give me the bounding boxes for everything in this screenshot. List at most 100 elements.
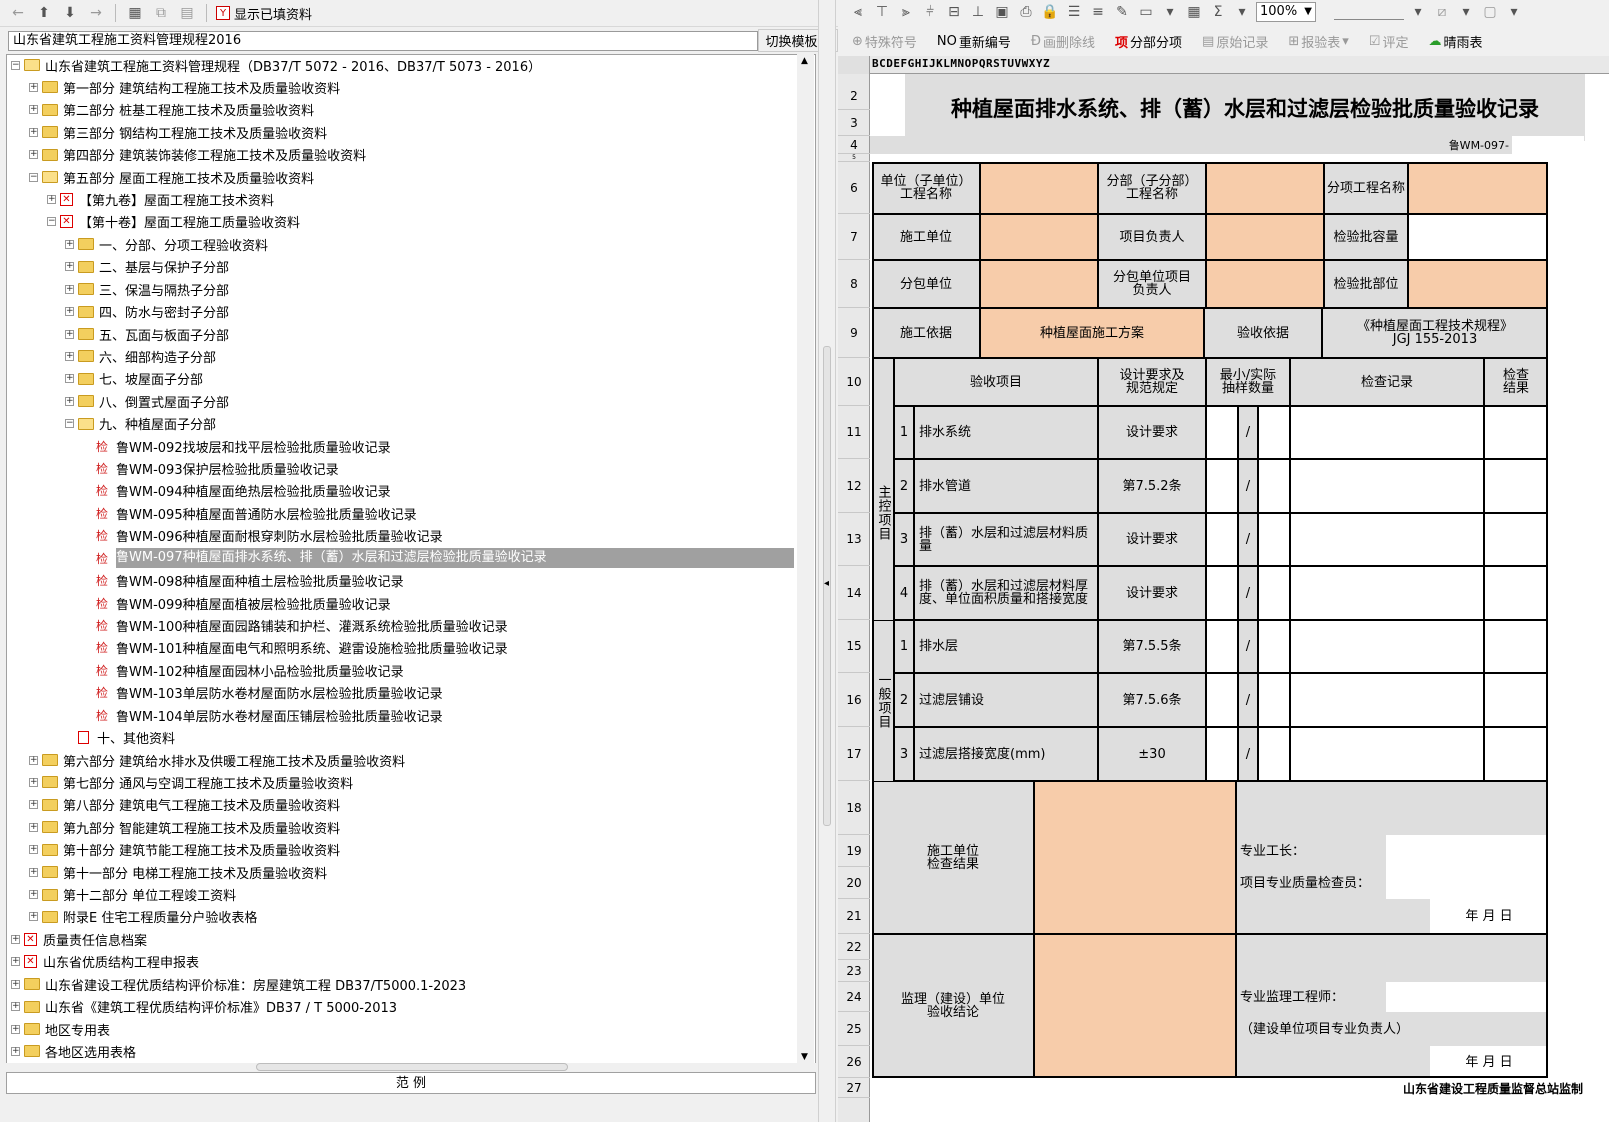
tree-node[interactable]: + 第一部分 建筑结构工程施工技术及质量验收资料 bbox=[29, 76, 340, 98]
tree-node[interactable]: − ✕ 【第十卷】屋面工程施工质量验收资料 bbox=[47, 211, 300, 233]
row-number[interactable]: 14 bbox=[838, 566, 870, 620]
tree-node[interactable]: + 八、倒置式屋面子分部 bbox=[65, 390, 229, 412]
sheet-corner[interactable] bbox=[838, 56, 870, 74]
dropdown-icon[interactable]: ▾ bbox=[1232, 2, 1252, 22]
expand-icon[interactable]: + bbox=[29, 105, 38, 115]
list-icon[interactable]: ☰ bbox=[1064, 2, 1084, 22]
tree-node[interactable]: + 第六部分 建筑给水排水及供暖工程施工技术及质量验收资料 bbox=[29, 749, 405, 771]
tree-node[interactable]: + 第十二部分 单位工程竣工资料 bbox=[29, 884, 236, 906]
scroll-track[interactable] bbox=[799, 68, 812, 854]
expand-icon[interactable]: + bbox=[47, 195, 56, 205]
row-number[interactable]: 4 bbox=[838, 136, 870, 154]
expand-icon[interactable]: + bbox=[11, 1002, 20, 1012]
tree-node[interactable]: + 各地区选用表格 bbox=[11, 1040, 136, 1062]
inspection-report-button[interactable]: ⊞ 报验表 ▾ bbox=[1288, 32, 1348, 51]
result-input[interactable] bbox=[1484, 566, 1548, 620]
copy-icon[interactable]: ⧉ bbox=[151, 3, 171, 23]
expand-icon[interactable]: + bbox=[29, 82, 38, 92]
tree-node[interactable]: + 五、瓦面与板面子分部 bbox=[65, 323, 229, 345]
record-input[interactable] bbox=[1290, 727, 1484, 781]
expand-icon[interactable]: + bbox=[29, 150, 38, 160]
sample-min-input[interactable] bbox=[1206, 459, 1238, 513]
result-input[interactable] bbox=[1484, 620, 1548, 673]
subcontractor-input[interactable] bbox=[980, 260, 1098, 308]
form-code-input[interactable] bbox=[1512, 136, 1584, 154]
expand-icon[interactable]: + bbox=[29, 912, 38, 922]
tree-node[interactable]: + 六、细部构造子分部 bbox=[65, 345, 216, 367]
tree-node[interactable]: + 第十一部分 电梯工程施工技术及质量验收资料 bbox=[29, 861, 327, 883]
expand-icon[interactable]: + bbox=[65, 374, 74, 384]
tree-node[interactable]: + 四、防水与密封子分部 bbox=[65, 301, 229, 323]
tree-node[interactable]: 检鲁WM-096种植屋面耐根穿刺防水层检验批质量验收记录 bbox=[83, 525, 443, 547]
expand-icon[interactable]: + bbox=[65, 239, 74, 249]
renumber-button[interactable]: NO 重新编号 bbox=[937, 32, 1011, 51]
tree-node[interactable]: − 第五部分 屋面工程施工技术及质量验收资料 bbox=[29, 166, 314, 188]
collapse-left-icon[interactable]: ◂ bbox=[824, 578, 829, 589]
sample-actual-input[interactable] bbox=[1258, 673, 1290, 727]
dropdown-icon[interactable]: ▾ bbox=[1504, 2, 1524, 22]
tree-node[interactable]: − 山东省建筑工程施工资料管理规程（DB37/T 5072 - 2016、DB37… bbox=[11, 55, 541, 76]
add-table-icon[interactable]: ▦ bbox=[125, 3, 145, 23]
expand-icon[interactable]: + bbox=[29, 755, 38, 765]
zoom-select[interactable]: 100% ▼ bbox=[1256, 2, 1316, 22]
basis-value[interactable]: 种植屋面施工方案 bbox=[980, 308, 1204, 358]
expand-icon[interactable]: + bbox=[29, 822, 38, 832]
expand-icon[interactable]: + bbox=[29, 845, 38, 855]
tree-node[interactable]: 检鲁WM-098种植屋面种植土层检验批质量验收记录 bbox=[83, 570, 404, 592]
result-input[interactable] bbox=[1484, 727, 1548, 781]
special-symbol-button[interactable]: ⊕ 特殊符号 bbox=[852, 32, 917, 51]
record-input[interactable] bbox=[1290, 566, 1484, 620]
row-number[interactable]: 27 bbox=[838, 1078, 870, 1098]
tree-node[interactable]: 检鲁WM-099种植屋面植被层检验批质量验收记录 bbox=[83, 592, 391, 614]
tree-node[interactable]: 十、其他资料 bbox=[65, 727, 175, 749]
row-number[interactable]: 24 bbox=[838, 982, 870, 1012]
row-number[interactable]: 5 bbox=[838, 154, 870, 162]
collapse-icon[interactable]: − bbox=[65, 419, 74, 429]
expand-icon[interactable]: + bbox=[65, 307, 74, 317]
tree-node[interactable]: − 九、种植屋面子分部 bbox=[65, 413, 216, 435]
align-left-icon[interactable]: ⫷ bbox=[848, 2, 868, 22]
row-number[interactable]: 8 bbox=[838, 260, 870, 308]
record-input[interactable] bbox=[1290, 673, 1484, 727]
row-number[interactable]: 10 bbox=[838, 358, 870, 406]
print-icon[interactable]: ⎙ bbox=[1016, 2, 1036, 22]
expand-icon[interactable]: + bbox=[11, 979, 20, 989]
scroll-up-icon[interactable]: ▲ bbox=[801, 56, 808, 66]
tree-node[interactable]: + ✕ 质量责任信息档案 bbox=[11, 928, 147, 950]
tree-vertical-scrollbar[interactable]: ▲ ▼ bbox=[797, 54, 814, 1068]
calculator-icon[interactable]: ▦ bbox=[1184, 2, 1204, 22]
sigma-icon[interactable]: Σ bbox=[1208, 2, 1228, 22]
strikethrough-button[interactable]: Ð 画删除线 bbox=[1031, 32, 1095, 51]
sample-min-input[interactable] bbox=[1206, 620, 1238, 673]
expand-icon[interactable]: + bbox=[65, 329, 74, 339]
sub-name-input[interactable] bbox=[1206, 162, 1324, 214]
sample-min-input[interactable] bbox=[1206, 513, 1238, 566]
align-middle-icon[interactable]: ⊟ bbox=[944, 2, 964, 22]
item-name-input[interactable] bbox=[1408, 162, 1548, 214]
tree-node[interactable]: 检鲁WM-092找坡层和找平层检验批质量验收记录 bbox=[83, 435, 391, 457]
tree-node[interactable]: 检鲁WM-103单层防水卷材屋面防水层检验批质量验收记录 bbox=[83, 682, 443, 704]
grid-icon[interactable]: ▤ bbox=[177, 3, 197, 23]
evaluate-button[interactable]: ☑ 评定 bbox=[1369, 32, 1409, 51]
image-icon[interactable]: ▭ bbox=[1136, 2, 1156, 22]
tree-node[interactable]: + ✕ 山东省优质结构工程申报表 bbox=[11, 951, 199, 973]
row-number[interactable]: 17 bbox=[838, 727, 870, 781]
row-number[interactable]: 3 bbox=[838, 110, 870, 136]
expand-icon[interactable]: + bbox=[29, 890, 38, 900]
show-filled-button[interactable]: Y 显示已填资料 bbox=[216, 4, 312, 23]
constructor-result-input[interactable] bbox=[1034, 781, 1236, 934]
dropdown-icon[interactable]: ▾ bbox=[1160, 2, 1180, 22]
row-number[interactable]: 11 bbox=[838, 406, 870, 459]
sample-actual-input[interactable] bbox=[1258, 459, 1290, 513]
tree-node[interactable]: + 第四部分 建筑装饰装修工程施工技术及质量验收资料 bbox=[29, 144, 366, 166]
record-input[interactable] bbox=[1290, 513, 1484, 566]
tree-node[interactable]: + 第十部分 建筑节能工程施工技术及质量验收资料 bbox=[29, 839, 340, 861]
align-center-icon[interactable]: ⫩ bbox=[920, 2, 940, 22]
pane-splitter[interactable]: ◂ bbox=[818, 0, 836, 1122]
row-number[interactable]: 23 bbox=[838, 960, 870, 982]
merge-cells-icon[interactable]: ▣ bbox=[992, 2, 1012, 22]
template-library-select[interactable]: 山东省建筑工程施工资料管理规程2016 bbox=[8, 31, 758, 51]
unit-name-input[interactable] bbox=[980, 162, 1098, 214]
part-input[interactable] bbox=[1408, 260, 1548, 308]
result-input[interactable] bbox=[1484, 673, 1548, 727]
